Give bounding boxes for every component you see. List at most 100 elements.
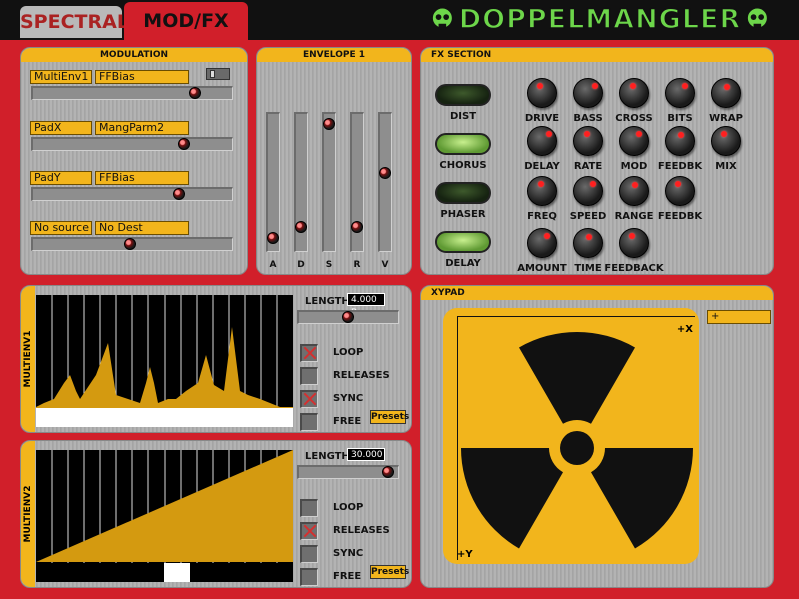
mod-source-1[interactable]: MultiEnv1 <box>30 70 92 84</box>
fx-button-label: PHASER <box>440 209 486 220</box>
envelope-slider-label: V <box>381 260 389 270</box>
mod-source-3[interactable]: PadY <box>30 171 92 185</box>
fx-knob-drive[interactable] <box>527 78 557 108</box>
envelope-slider-s[interactable] <box>322 112 336 252</box>
fx-dist-button[interactable] <box>435 84 491 106</box>
slider-thumb[interactable] <box>178 138 190 150</box>
slider-thumb[interactable] <box>351 221 363 233</box>
multienv2-free-checkbox[interactable] <box>300 568 318 586</box>
slider-thumb[interactable] <box>173 188 185 200</box>
multienv1-option-label: SYNC <box>333 393 364 404</box>
fx-knob-mod[interactable] <box>619 126 649 156</box>
tab-spectral[interactable]: SPECTRAL <box>20 6 129 38</box>
slider-thumb[interactable] <box>267 232 279 244</box>
slider-thumb[interactable] <box>382 466 394 478</box>
envelope-panel: ENVELOPE 1 A D S R V <box>256 47 412 275</box>
xypad-area[interactable]: +X +Y <box>443 308 699 564</box>
multienv1-length-label: LENGTH <box>305 296 350 307</box>
mod-dest-4[interactable]: No Dest <box>95 221 189 235</box>
fx-delay-button[interactable] <box>435 231 491 253</box>
envelope-slider-label: A <box>269 260 277 270</box>
multienv2-presets-button[interactable]: Presets <box>370 565 409 579</box>
fx-knob-bits[interactable] <box>665 78 695 108</box>
mod-toggle[interactable] <box>206 68 230 80</box>
slider-thumb[interactable] <box>323 118 335 130</box>
mod-amount-slider-4[interactable] <box>31 237 233 251</box>
fx-knob-label: WRAP <box>709 113 743 124</box>
fx-knob-cross[interactable] <box>619 78 649 108</box>
fx-knob-range[interactable] <box>619 176 649 206</box>
multienv2-sync-checkbox[interactable] <box>300 545 318 563</box>
fx-knob-wrap[interactable] <box>711 78 741 108</box>
fx-knob-mix[interactable] <box>711 126 741 156</box>
multienv1-presets-button[interactable]: Presets <box>370 410 409 424</box>
multienv1-length-slider[interactable] <box>297 310 399 324</box>
fx-knob-time[interactable] <box>573 228 603 258</box>
slider-thumb[interactable] <box>379 167 391 179</box>
xypad-panel: XYPAD + +X +Y <box>420 285 774 588</box>
mod-source-2[interactable]: PadX <box>30 121 92 135</box>
slider-thumb[interactable] <box>124 238 136 250</box>
multienv1-option-label: FREE <box>333 416 362 427</box>
multienv2-length-value[interactable]: 30.000 <box>347 448 385 461</box>
multienv2-display[interactable] <box>36 450 293 582</box>
mod-dest-1[interactable]: FFBias <box>95 70 189 84</box>
fx-knob-label: FEEDBACK <box>604 263 664 274</box>
multienv1-free-checkbox[interactable] <box>300 413 318 431</box>
multienv1-length-value[interactable]: 4.000 B <box>347 293 385 318</box>
multienv2-loop-checkbox[interactable] <box>300 499 318 517</box>
knob-indicator <box>724 84 730 90</box>
envelope-slider-r[interactable] <box>350 112 364 252</box>
fx-knob-bass[interactable] <box>573 78 603 108</box>
slider-thumb[interactable] <box>342 311 354 323</box>
fx-panel: FX SECTION DIST CHORUS PHASER DELAY DRIVE BA… <box>420 47 774 275</box>
fx-knob-freq[interactable] <box>527 176 557 206</box>
fx-knob-rate[interactable] <box>573 126 603 156</box>
slider-thumb[interactable] <box>189 87 201 99</box>
fx-knob-feedbk[interactable] <box>665 126 695 156</box>
multienv1-releases-checkbox[interactable] <box>300 367 318 385</box>
fx-knob-delay[interactable] <box>527 126 557 156</box>
mod-dest-3[interactable]: FFBias <box>95 171 189 185</box>
multienv1-sync-checkbox[interactable] <box>300 390 318 408</box>
knob-indicator <box>675 181 681 187</box>
envelope-slider-label: D <box>297 260 305 270</box>
fx-knob-amount[interactable] <box>527 228 557 258</box>
knob-indicator <box>586 234 592 240</box>
knob-indicator <box>678 132 684 138</box>
knob-indicator <box>629 233 635 239</box>
mod-source-4[interactable]: No source <box>30 221 92 235</box>
slider-thumb[interactable] <box>295 221 307 233</box>
knob-indicator <box>538 181 544 187</box>
envelope-slider-a[interactable] <box>266 112 280 252</box>
mod-amount-slider-1[interactable] <box>31 86 233 100</box>
mod-dest-2[interactable]: MangParm2 <box>95 121 189 135</box>
fx-knob-feedback[interactable] <box>619 228 649 258</box>
skull-icon <box>430 6 454 30</box>
envelope-slider-d[interactable] <box>294 112 308 252</box>
multienv1-display[interactable] <box>36 295 293 427</box>
modulation-title: MODULATION <box>21 48 247 62</box>
mod-amount-slider-3[interactable] <box>31 187 233 201</box>
mod-amount-slider-2[interactable] <box>31 137 233 151</box>
multienv2-option-label: FREE <box>333 571 362 582</box>
multienv2-panel: MULTIENV2 LENGTH 30.000 LOOP RELEASES SYNC… <box>20 440 412 588</box>
tab-modfx[interactable]: MOD/FX <box>124 2 248 40</box>
envelope-slider-v[interactable] <box>378 112 392 252</box>
multienv1-title-bar: MULTIENV1 <box>21 286 35 432</box>
radiation-icon <box>461 331 693 549</box>
fx-title: FX SECTION <box>421 48 773 62</box>
multienv1-loop-checkbox[interactable] <box>300 344 318 362</box>
multienv2-length-slider[interactable] <box>297 465 399 479</box>
multienv2-releases-checkbox[interactable] <box>300 522 318 540</box>
envelope-slider-label: R <box>353 260 361 270</box>
multienv2-option-label: RELEASES <box>333 525 390 536</box>
fx-phaser-button[interactable] <box>435 182 491 204</box>
knob-indicator <box>544 233 550 239</box>
fx-knob-speed[interactable] <box>573 176 603 206</box>
xypad-value-field[interactable]: + <box>707 310 771 324</box>
fx-knob-feedbk[interactable] <box>665 176 695 206</box>
fx-chorus-button[interactable] <box>435 133 491 155</box>
knob-indicator <box>592 83 598 89</box>
app-logo: DOPPELMANGLER <box>430 2 770 36</box>
